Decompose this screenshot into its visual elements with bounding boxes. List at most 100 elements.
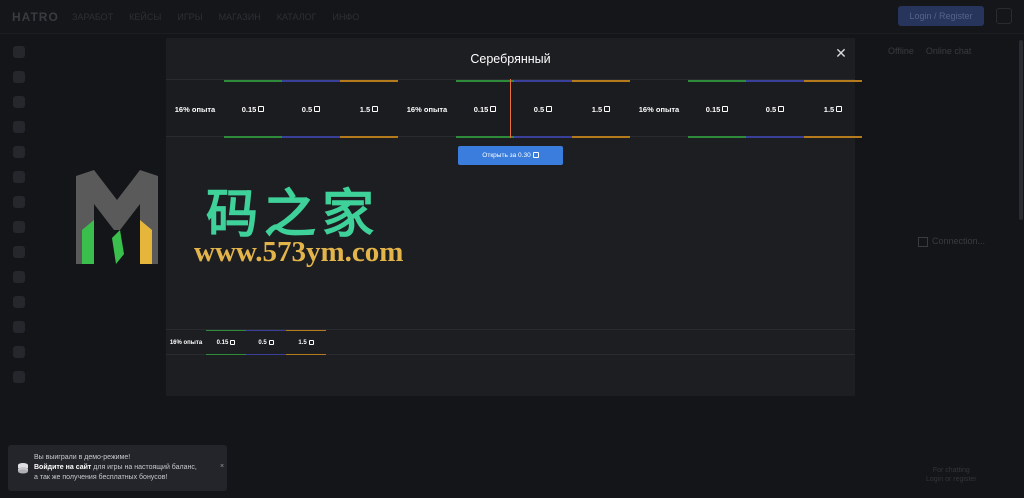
sidebar-games-icon[interactable] bbox=[13, 71, 25, 83]
chat-note-line-2[interactable]: Login or register bbox=[926, 475, 977, 484]
roulette-item: 1.5 bbox=[804, 80, 862, 138]
watermark: 码之家 www.573ym.com bbox=[72, 170, 452, 270]
sidebar-gift-icon[interactable] bbox=[13, 221, 25, 233]
login-register-button[interactable]: Login / Register bbox=[898, 6, 984, 26]
roulette-rarity-strip bbox=[514, 136, 572, 138]
sidebar-doc-icon[interactable] bbox=[13, 371, 25, 383]
coin-icon bbox=[268, 340, 274, 345]
coin-icon bbox=[308, 340, 314, 345]
sidebar-user-icon[interactable] bbox=[13, 46, 25, 58]
roulette-rarity-strip bbox=[340, 80, 398, 82]
main-nav: ЗАРАБОТ КЕЙСЫ ИГРЫ МАГАЗИН КАТАЛОГ ИНФО bbox=[72, 12, 359, 22]
toast-line-2-rest: для игры на настоящий баланс, bbox=[91, 464, 197, 471]
roulette-rarity-strip bbox=[572, 136, 630, 138]
open-case-button[interactable]: Открыть за 0.30 bbox=[458, 146, 563, 165]
sidebar-chart-icon[interactable] bbox=[13, 271, 25, 283]
roulette-rarity-strip bbox=[688, 136, 746, 138]
close-icon[interactable]: ✕ bbox=[834, 46, 848, 60]
roulette-rarity-strip bbox=[282, 136, 340, 138]
chat-toggle-icon[interactable] bbox=[996, 8, 1012, 24]
roulette-rarity-strip bbox=[224, 136, 282, 138]
coin-icon bbox=[314, 106, 321, 112]
coin-icon bbox=[230, 340, 236, 345]
chat-tab-offline[interactable]: Offline bbox=[888, 46, 914, 56]
roulette-item: 1.5 bbox=[572, 80, 630, 138]
open-case-label: Открыть за 0.30 bbox=[482, 152, 531, 159]
watermark-logo-icon bbox=[76, 170, 158, 264]
nav-item-catalog[interactable]: КАТАЛОГ bbox=[277, 12, 317, 22]
demo-win-toast: Вы выиграли в демо-режиме! Войдите на са… bbox=[8, 445, 227, 491]
roulette-pointer bbox=[510, 79, 511, 138]
roulette-rarity-strip bbox=[340, 136, 398, 138]
roulette-item: 0.15 bbox=[456, 80, 514, 138]
roulette-item: 0.15 bbox=[224, 80, 282, 138]
coin-icon bbox=[778, 106, 785, 112]
sidebar-wheel-icon[interactable] bbox=[13, 171, 25, 183]
drops-item-label: 1.5 bbox=[298, 339, 307, 346]
chat-note-line-1: For chatting bbox=[932, 467, 970, 474]
coin-icon bbox=[532, 152, 539, 159]
sidebar-moon-icon[interactable] bbox=[13, 96, 25, 108]
nav-item-earn[interactable]: ЗАРАБОТ bbox=[72, 12, 113, 22]
drops-item: 0.15 bbox=[206, 330, 246, 355]
roulette-rarity-strip bbox=[804, 80, 862, 82]
drops-item-label: 16% опыта bbox=[169, 339, 203, 346]
roulette-rarity-strip bbox=[572, 80, 630, 82]
sidebar-crown-icon[interactable] bbox=[13, 346, 25, 358]
sidebar-network-icon[interactable] bbox=[13, 321, 25, 333]
sidebar-settings-icon[interactable] bbox=[13, 246, 25, 258]
nav-item-shop[interactable]: МАГАЗИН bbox=[219, 12, 261, 22]
roulette-rarity-strip bbox=[804, 136, 862, 138]
roulette-item-label: 1.5 bbox=[359, 104, 371, 114]
coin-icon bbox=[836, 106, 843, 112]
sidebar-cases-icon[interactable] bbox=[13, 121, 25, 133]
toast-line-1: Вы выиграли в демо-режиме! bbox=[34, 454, 131, 461]
roulette-item: 16% опыта bbox=[166, 80, 224, 138]
coin-icon bbox=[258, 106, 265, 112]
page-scrollbar[interactable] bbox=[1019, 40, 1023, 220]
roulette-item-label: 0.5 bbox=[533, 104, 545, 114]
roulette-item: 0.5 bbox=[282, 80, 340, 138]
watermark-url: www.573ym.com bbox=[194, 236, 404, 268]
coin-icon bbox=[604, 106, 611, 112]
roulette-item-label: 1.5 bbox=[591, 104, 603, 114]
roulette-item-label: 16% опыта bbox=[406, 104, 448, 114]
coin-icon bbox=[722, 106, 729, 112]
roulette-rarity-strip bbox=[456, 80, 514, 82]
roulette-item: 0.5 bbox=[746, 80, 804, 138]
drops-rarity-strip bbox=[246, 354, 286, 355]
top-navbar: HATRO ЗАРАБОТ КЕЙСЫ ИГРЫ МАГАЗИН КАТАЛОГ… bbox=[0, 0, 1024, 34]
sidebar-bag-icon[interactable] bbox=[13, 196, 25, 208]
roulette-item: 1.5 bbox=[340, 80, 398, 138]
roulette-rarity-strip bbox=[282, 80, 340, 82]
roulette-item-label: 16% опыта bbox=[174, 104, 216, 114]
drops-rarity-strip bbox=[206, 354, 246, 355]
chat-panel: Offline Online chat Connection... For ch… bbox=[882, 46, 1012, 496]
site-logo[interactable]: HATRO bbox=[12, 10, 59, 24]
connection-status: Connection... bbox=[918, 236, 985, 247]
chat-tab-online[interactable]: Online chat bbox=[926, 46, 972, 56]
drops-item: 1.5 bbox=[286, 330, 326, 355]
nav-item-games[interactable]: ИГРЫ bbox=[177, 12, 202, 22]
chat-login-note: For chatting Login or register bbox=[926, 466, 977, 484]
coins-icon bbox=[18, 463, 28, 474]
coin-icon bbox=[372, 106, 379, 112]
nav-item-cases[interactable]: КЕЙСЫ bbox=[129, 12, 161, 22]
modal-title: Серебрянный bbox=[470, 52, 551, 66]
toast-login-link[interactable]: Войдите на сайт bbox=[34, 464, 91, 471]
roulette-rarity-strip bbox=[688, 80, 746, 82]
toast-line-3: а так же получения бесплатных бонусов! bbox=[34, 474, 168, 481]
sidebar-stack-icon[interactable] bbox=[13, 296, 25, 308]
nav-item-info[interactable]: ИНФО bbox=[332, 12, 359, 22]
roulette-rarity-strip bbox=[456, 136, 514, 138]
sidebar-trophy-icon[interactable] bbox=[13, 146, 25, 158]
roulette-rarity-strip bbox=[746, 80, 804, 82]
toast-close-icon[interactable]: × bbox=[220, 463, 224, 470]
roulette-item: 0.15 bbox=[688, 80, 746, 138]
roulette-rarity-strip bbox=[224, 80, 282, 82]
drops-rarity-strip bbox=[246, 330, 286, 331]
drops-rarity-strip bbox=[286, 354, 326, 355]
roulette-item-label: 16% опыта bbox=[638, 104, 680, 114]
roulette-item: 16% опыта bbox=[630, 80, 688, 138]
roulette-item-label: 0.5 bbox=[765, 104, 777, 114]
